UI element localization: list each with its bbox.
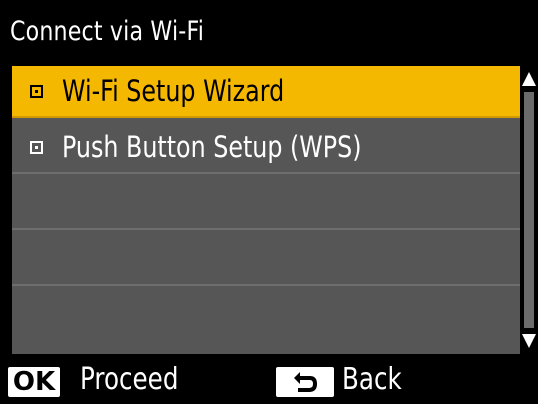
- menu-item-label: Wi-Fi Setup Wizard: [62, 74, 285, 108]
- menu-item-push-button-setup[interactable]: Push Button Setup (WPS): [12, 122, 520, 174]
- back-label: Back: [342, 362, 402, 397]
- menu-item-empty: [12, 234, 520, 286]
- title-bar: Connect via Wi-Fi: [0, 0, 538, 62]
- proceed-label: Proceed: [80, 362, 179, 397]
- bullet-icon: [30, 140, 43, 154]
- menu-item-wifi-setup-wizard[interactable]: Wi-Fi Setup Wizard: [12, 66, 520, 118]
- menu-item-label: Push Button Setup (WPS): [62, 130, 362, 164]
- scroll-up-arrow-icon[interactable]: [522, 72, 536, 86]
- return-arrow-icon: [294, 372, 317, 392]
- scroll-track: [524, 92, 534, 328]
- printer-lcd-screen: Connect via Wi-Fi Wi-Fi Setup Wizard Pus…: [0, 0, 538, 404]
- scroll-down-arrow-icon[interactable]: [522, 334, 536, 348]
- menu-item-empty: [12, 178, 520, 230]
- menu-item-empty: [12, 290, 520, 342]
- screen-title: Connect via Wi-Fi: [10, 15, 205, 47]
- footer-bar: OK Proceed Back: [0, 356, 538, 404]
- ok-button[interactable]: OK: [8, 367, 60, 397]
- scrollbar[interactable]: [520, 66, 538, 354]
- bullet-icon: [30, 84, 43, 98]
- back-button[interactable]: [276, 367, 334, 397]
- menu-list: Wi-Fi Setup Wizard Push Button Setup (WP…: [12, 66, 520, 354]
